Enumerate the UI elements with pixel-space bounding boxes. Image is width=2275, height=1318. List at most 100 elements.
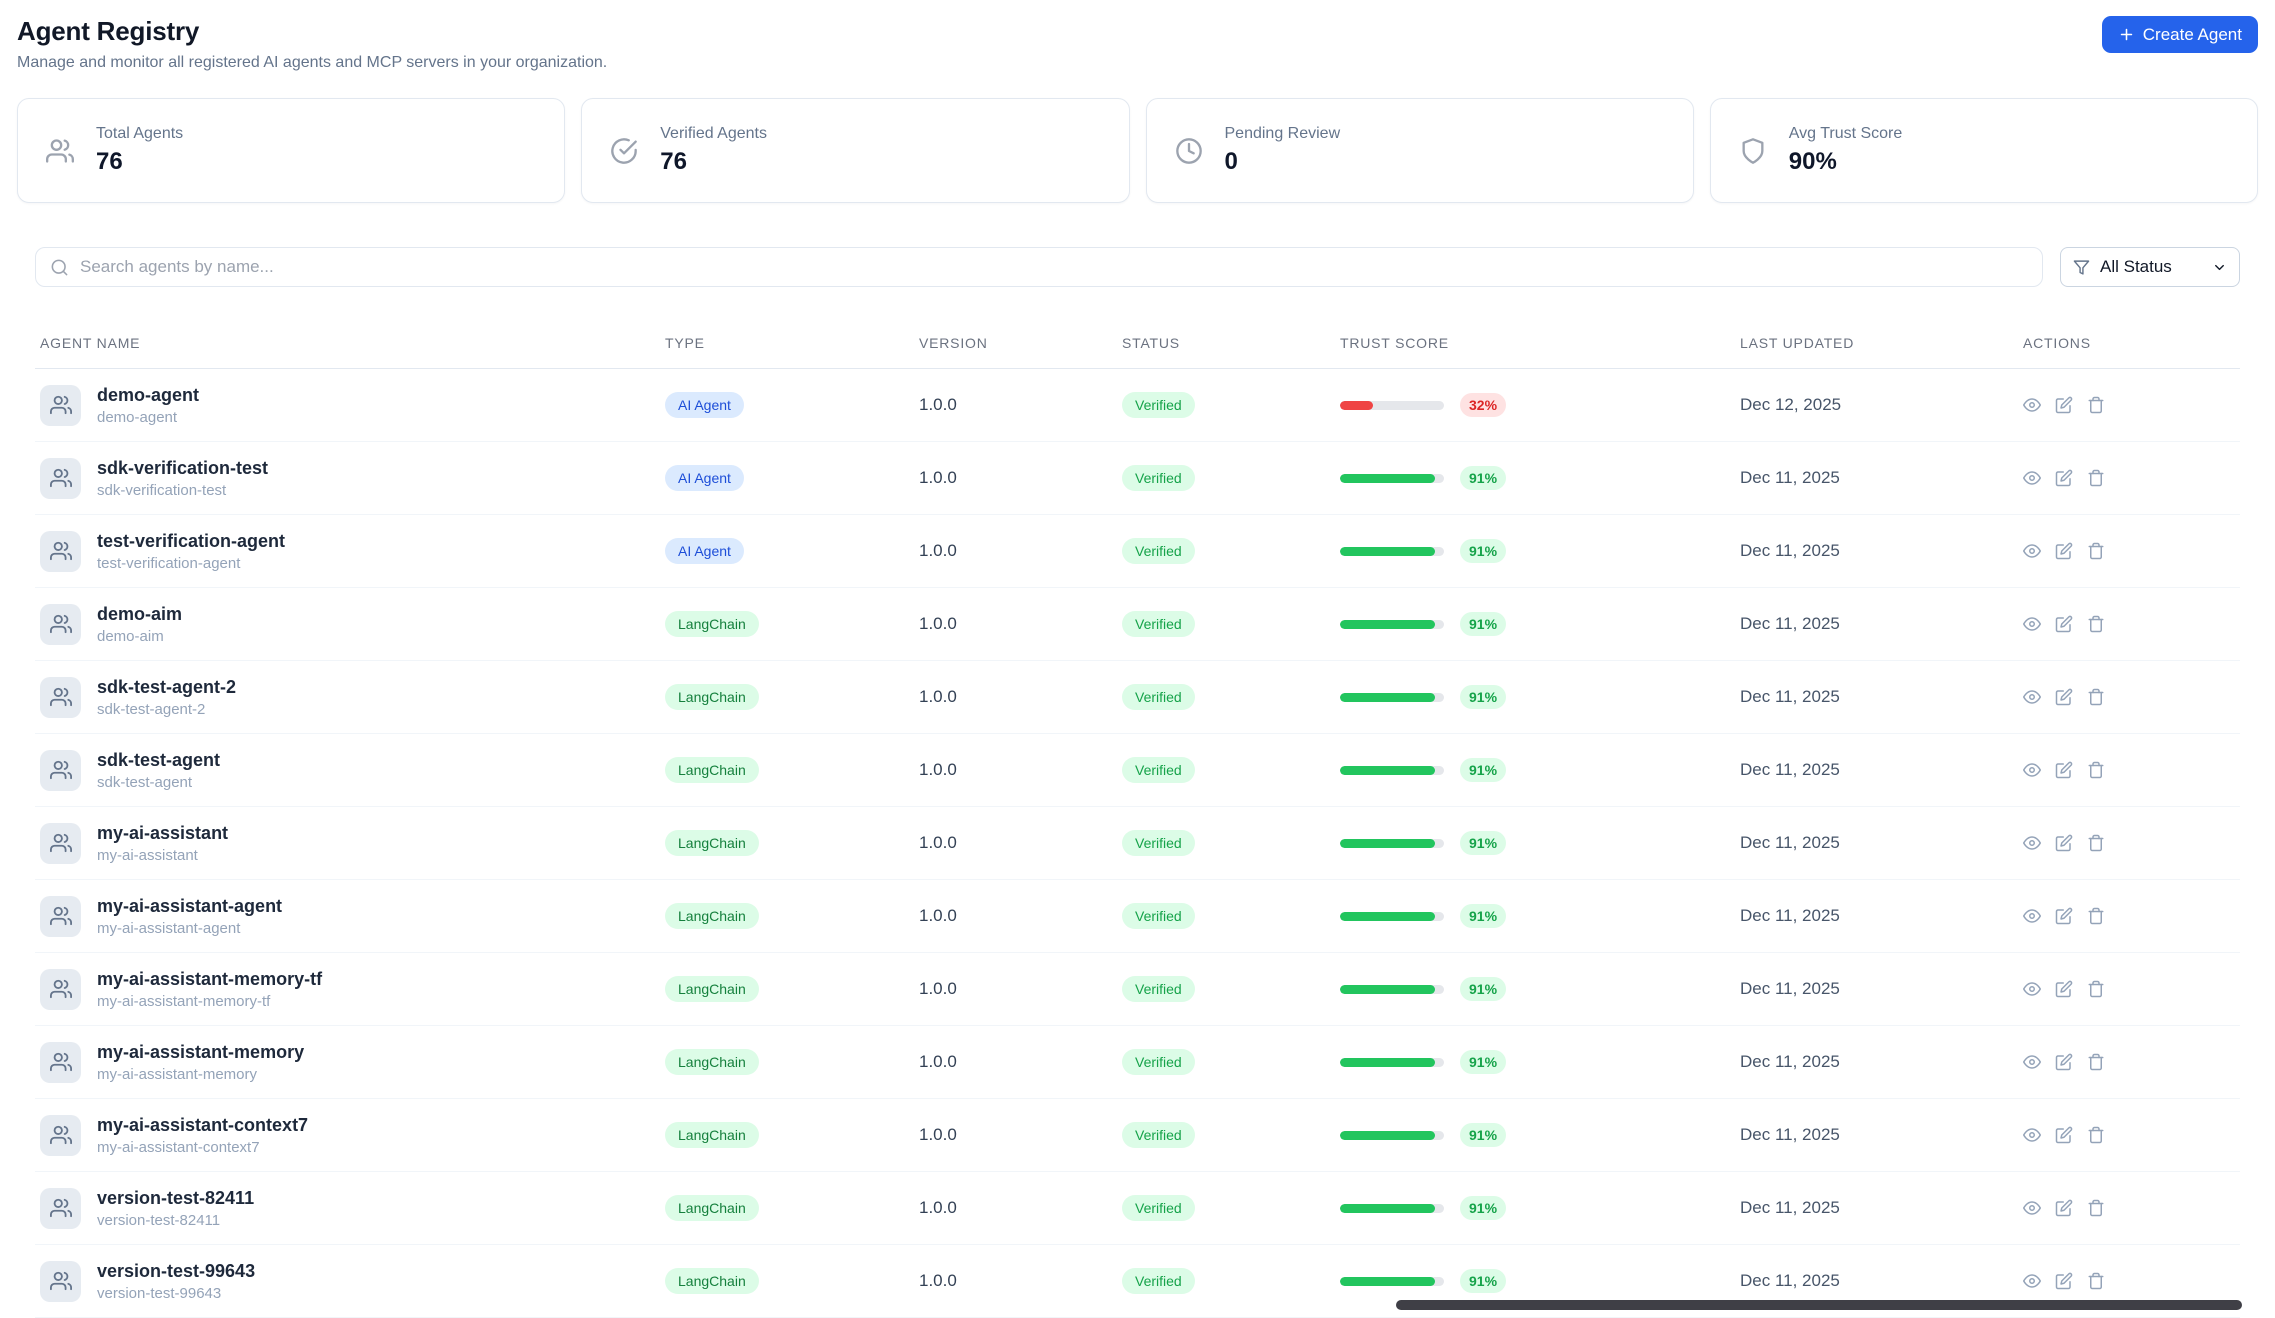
eye-icon xyxy=(2023,1199,2041,1217)
delete-button[interactable] xyxy=(2087,688,2105,706)
delete-button[interactable] xyxy=(2087,469,2105,487)
view-button[interactable] xyxy=(2023,834,2041,852)
delete-button[interactable] xyxy=(2087,1126,2105,1144)
trust-percent-badge: 91% xyxy=(1460,904,1506,928)
agent-avatar xyxy=(40,896,81,937)
edit-button[interactable] xyxy=(2055,1272,2073,1290)
table-header: AGENT NAME TYPE VERSION STATUS TRUST SCO… xyxy=(35,327,2240,369)
edit-button[interactable] xyxy=(2055,1199,2073,1217)
table-row[interactable]: test-verification-agent test-verificatio… xyxy=(35,515,2240,588)
table-row[interactable]: demo-agent demo-agent AI Agent 1.0.0 Ver… xyxy=(35,369,2240,442)
delete-button[interactable] xyxy=(2087,761,2105,779)
edit-icon xyxy=(2055,688,2073,706)
edit-button[interactable] xyxy=(2055,980,2073,998)
status-badge: Verified xyxy=(1122,903,1195,929)
view-button[interactable] xyxy=(2023,396,2041,414)
col-header-actions: ACTIONS xyxy=(2018,335,2240,351)
version-text: 1.0.0 xyxy=(914,760,1117,780)
table-row[interactable]: my-ai-assistant-context7 my-ai-assistant… xyxy=(35,1099,2240,1172)
create-agent-label: Create Agent xyxy=(2143,25,2242,45)
delete-button[interactable] xyxy=(2087,1053,2105,1071)
table-row[interactable]: demo-aim demo-aim LangChain 1.0.0 Verifi… xyxy=(35,588,2240,661)
col-header-agent-name: AGENT NAME xyxy=(35,335,660,351)
last-updated: Dec 11, 2025 xyxy=(1735,687,2018,707)
row-actions xyxy=(2018,469,2240,487)
type-badge: LangChain xyxy=(665,976,759,1002)
trust-percent-badge: 91% xyxy=(1460,1269,1506,1293)
edit-button[interactable] xyxy=(2055,396,2073,414)
view-button[interactable] xyxy=(2023,615,2041,633)
horizontal-scrollbar-track xyxy=(0,1299,2275,1311)
table-row[interactable]: my-ai-assistant-agent my-ai-assistant-ag… xyxy=(35,880,2240,953)
trust-score-bar xyxy=(1340,912,1444,921)
edit-button[interactable] xyxy=(2055,615,2073,633)
edit-button[interactable] xyxy=(2055,834,2073,852)
agent-name-block: version-test-82411 version-test-82411 xyxy=(97,1188,254,1229)
status-badge: Verified xyxy=(1122,976,1195,1002)
view-button[interactable] xyxy=(2023,469,2041,487)
table-row[interactable]: version-test-82411 version-test-82411 La… xyxy=(35,1172,2240,1245)
table-row[interactable]: my-ai-assistant my-ai-assistant LangChai… xyxy=(35,807,2240,880)
trust-score-bar xyxy=(1340,985,1444,994)
trash-icon xyxy=(2087,907,2105,925)
status-filter-select[interactable]: All Status xyxy=(2060,247,2240,287)
delete-button[interactable] xyxy=(2087,1272,2105,1290)
delete-button[interactable] xyxy=(2087,615,2105,633)
view-button[interactable] xyxy=(2023,980,2041,998)
delete-button[interactable] xyxy=(2087,834,2105,852)
edit-button[interactable] xyxy=(2055,542,2073,560)
table-row[interactable]: sdk-verification-test sdk-verification-t… xyxy=(35,442,2240,515)
last-updated: Dec 11, 2025 xyxy=(1735,1198,2018,1218)
trust-percent-badge: 91% xyxy=(1460,758,1506,782)
trust-percent-badge: 91% xyxy=(1460,539,1506,563)
agent-avatar xyxy=(40,458,81,499)
agent-slug: demo-aim xyxy=(97,628,182,645)
agent-name: sdk-verification-test xyxy=(97,458,268,479)
view-button[interactable] xyxy=(2023,1199,2041,1217)
users-icon xyxy=(50,978,72,1000)
last-updated: Dec 11, 2025 xyxy=(1735,468,2018,488)
view-button[interactable] xyxy=(2023,1272,2041,1290)
status-badge: Verified xyxy=(1122,392,1195,418)
page-title: Agent Registry xyxy=(17,16,607,47)
edit-button[interactable] xyxy=(2055,1053,2073,1071)
stat-text: Total Agents 76 xyxy=(96,125,183,176)
type-badge: AI Agent xyxy=(665,538,744,564)
table-row[interactable]: sdk-test-agent-2 sdk-test-agent-2 LangCh… xyxy=(35,661,2240,734)
agent-name-block: version-test-99643 version-test-99643 xyxy=(97,1261,255,1302)
type-badge: LangChain xyxy=(665,1049,759,1075)
agent-name: sdk-test-agent-2 xyxy=(97,677,236,698)
delete-button[interactable] xyxy=(2087,907,2105,925)
view-button[interactable] xyxy=(2023,688,2041,706)
version-text: 1.0.0 xyxy=(914,906,1117,926)
table-row[interactable]: my-ai-assistant-memory my-ai-assistant-m… xyxy=(35,1026,2240,1099)
horizontal-scrollbar-thumb[interactable] xyxy=(1396,1300,2242,1310)
agent-name-block: my-ai-assistant-agent my-ai-assistant-ag… xyxy=(97,896,282,937)
create-agent-button[interactable]: Create Agent xyxy=(2102,16,2258,53)
view-button[interactable] xyxy=(2023,907,2041,925)
users-icon xyxy=(50,613,72,635)
edit-button[interactable] xyxy=(2055,907,2073,925)
last-updated: Dec 11, 2025 xyxy=(1735,1271,2018,1291)
edit-icon xyxy=(2055,396,2073,414)
users-icon xyxy=(50,1051,72,1073)
table-row[interactable]: my-ai-assistant-memory-tf my-ai-assistan… xyxy=(35,953,2240,1026)
view-button[interactable] xyxy=(2023,1126,2041,1144)
eye-icon xyxy=(2023,688,2041,706)
edit-button[interactable] xyxy=(2055,1126,2073,1144)
edit-button[interactable] xyxy=(2055,688,2073,706)
trust-score-bar xyxy=(1340,620,1444,629)
delete-button[interactable] xyxy=(2087,542,2105,560)
edit-button[interactable] xyxy=(2055,469,2073,487)
view-button[interactable] xyxy=(2023,761,2041,779)
row-actions xyxy=(2018,1272,2240,1290)
search-input[interactable] xyxy=(80,257,2028,277)
delete-button[interactable] xyxy=(2087,980,2105,998)
view-button[interactable] xyxy=(2023,1053,2041,1071)
table-row[interactable]: sdk-test-agent sdk-test-agent LangChain … xyxy=(35,734,2240,807)
edit-button[interactable] xyxy=(2055,761,2073,779)
delete-button[interactable] xyxy=(2087,1199,2105,1217)
trust-score-bar-fill xyxy=(1340,620,1435,629)
delete-button[interactable] xyxy=(2087,396,2105,414)
view-button[interactable] xyxy=(2023,542,2041,560)
